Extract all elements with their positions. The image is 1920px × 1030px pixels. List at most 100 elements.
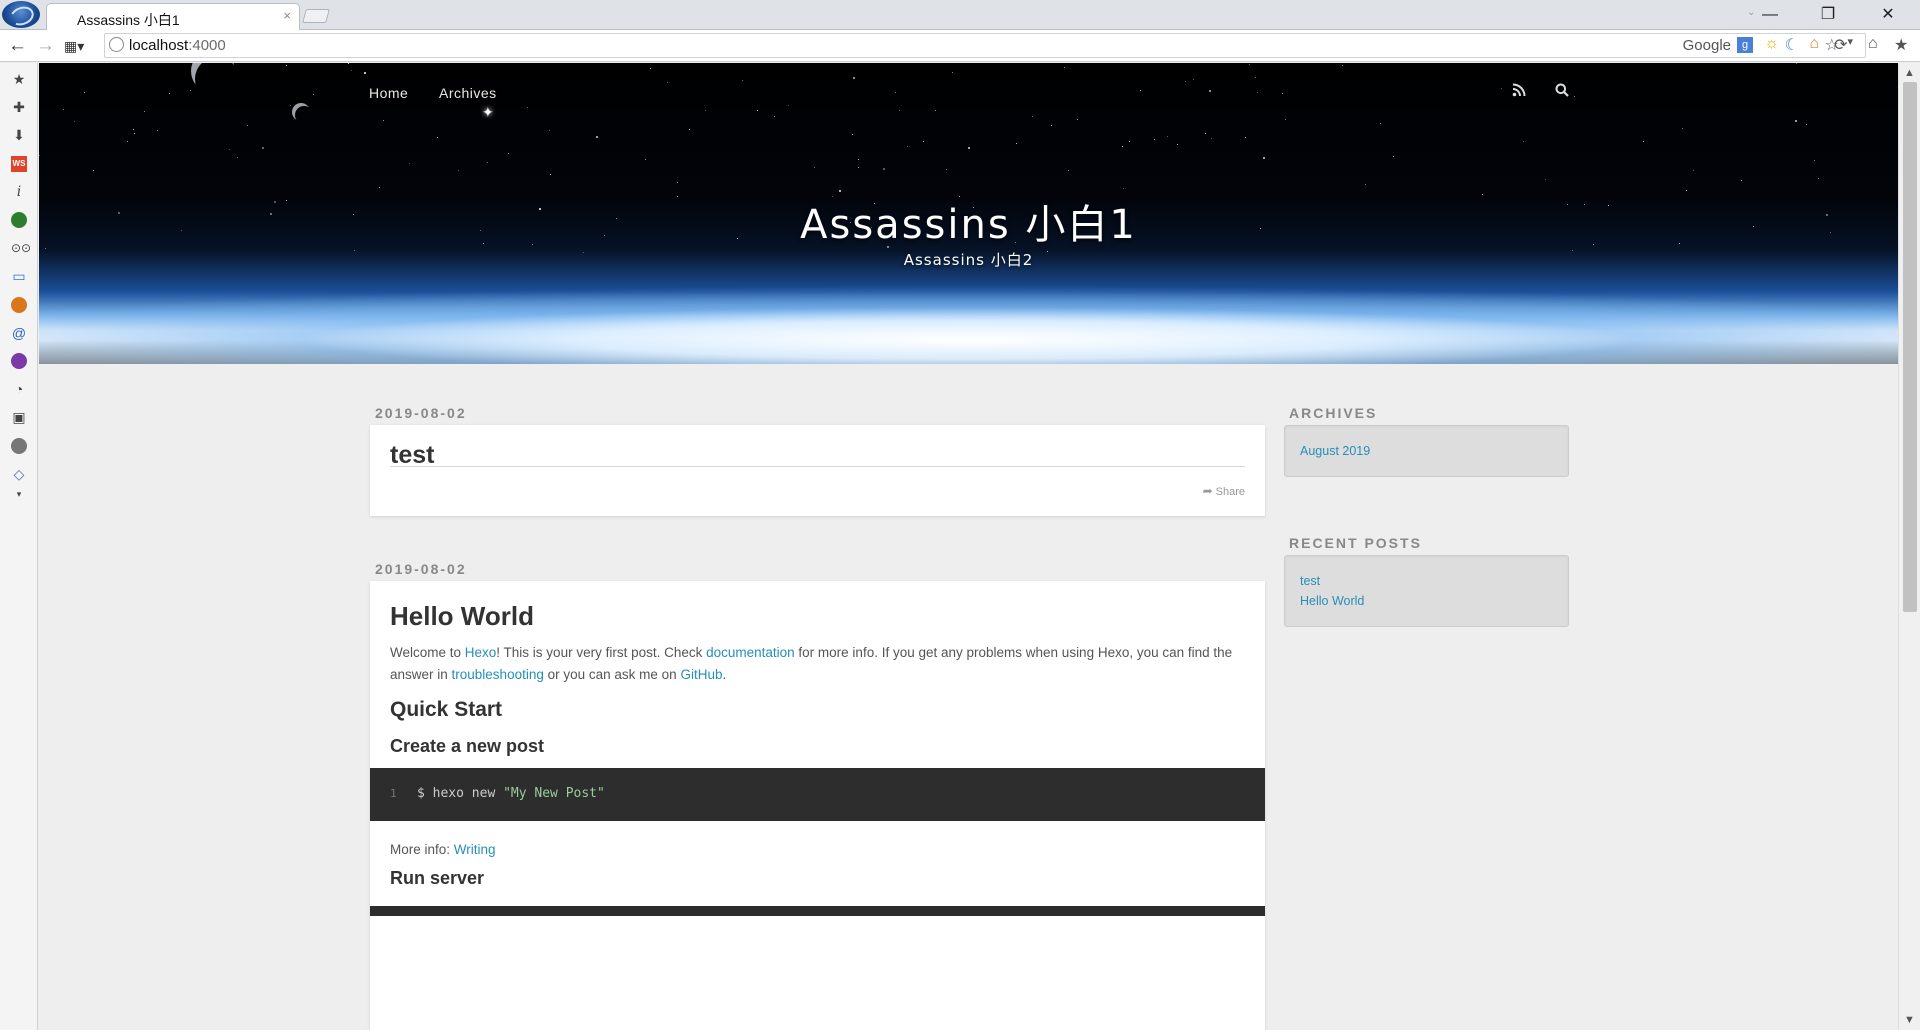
browser-logo-icon[interactable]: [2, 1, 40, 28]
star: [74, 121, 75, 122]
star: [677, 182, 678, 183]
archives-widget-title: ARCHIVES: [1289, 405, 1378, 421]
page-viewport: ✦ Home Archives Assassins 小白1 Assassins …: [39, 63, 1898, 1030]
window-minimize-button[interactable]: —: [1755, 5, 1785, 25]
recent-post-link[interactable]: Hello World: [1300, 594, 1364, 608]
favorites-star-icon[interactable]: ★: [11, 71, 27, 87]
star: [237, 157, 238, 158]
star: [1140, 90, 1141, 91]
star: [1545, 179, 1546, 180]
post-date[interactable]: 2019-08-02: [375, 405, 467, 421]
swirl-app-icon[interactable]: @: [11, 325, 27, 341]
star: [487, 162, 488, 163]
star: [1282, 93, 1283, 94]
vertical-scrollbar[interactable]: ▲ ▼: [1898, 63, 1920, 1030]
ws-app-icon[interactable]: WS: [11, 156, 27, 172]
archive-link[interactable]: August 2019: [1300, 444, 1370, 458]
star: [1285, 119, 1286, 120]
screen-tool-icon[interactable]: ▭: [11, 268, 27, 284]
back-arrow-icon[interactable]: ←: [8, 35, 27, 57]
reload-icon[interactable]: ⟳: [1834, 35, 1847, 55]
page-info-icon[interactable]: [109, 37, 124, 52]
green-globe-icon[interactable]: [11, 212, 27, 228]
scroll-down-arrow-icon[interactable]: ▼: [1904, 1014, 1915, 1026]
star: [1016, 143, 1017, 144]
browser-tab[interactable]: Assassins 小白1 ×: [46, 3, 300, 30]
star: [1796, 63, 1797, 64]
star: [596, 136, 598, 138]
url-text[interactable]: localhost:4000: [129, 37, 226, 54]
window-restore-button[interactable]: ❐: [1813, 5, 1843, 25]
star: [1064, 67, 1065, 68]
small-crescent-moon-icon: [292, 103, 310, 121]
search-engine-label[interactable]: Google: [1683, 37, 1731, 54]
post-date[interactable]: 2019-08-02: [375, 561, 467, 577]
browser-toolbar: ← → ▦▾ localhost:4000 Google g ☼ ☾ ⌂ ☆ ▾…: [0, 30, 1920, 62]
download-arrow-icon[interactable]: ⬇: [11, 127, 27, 143]
window-close-button[interactable]: ✕: [1873, 5, 1903, 25]
info-icon[interactable]: i: [11, 184, 27, 200]
tab-title: Assassins 小白1: [77, 12, 180, 28]
documentation-link[interactable]: documentation: [706, 645, 795, 660]
site-title[interactable]: Assassins 小白1: [39, 192, 1898, 250]
rss-icon[interactable]: [1512, 83, 1526, 101]
star: [1818, 178, 1819, 179]
writing-link[interactable]: Writing: [454, 842, 496, 857]
star: [313, 94, 314, 95]
recent-posts-widget-title: RECENT POSTS: [1289, 535, 1422, 551]
search-icon[interactable]: [1555, 83, 1569, 101]
scroll-up-arrow-icon[interactable]: ▲: [1904, 67, 1915, 79]
palette-icon[interactable]: ◔: [11, 381, 27, 397]
url-port: :4000: [188, 37, 226, 54]
star: [157, 130, 158, 131]
github-link[interactable]: GitHub: [680, 667, 722, 682]
more-info-paragraph: More info: Writing: [390, 839, 1240, 861]
star: [689, 129, 690, 130]
more-chevron-down-icon[interactable]: ▾: [11, 486, 27, 502]
star: [650, 68, 651, 69]
purple-gear-icon[interactable]: [11, 353, 27, 369]
star: [952, 72, 953, 73]
extensions-puzzle-icon[interactable]: ✚: [11, 99, 27, 115]
home-extension-icon[interactable]: ⌂: [1809, 35, 1819, 53]
star: [1814, 160, 1815, 161]
star: [144, 111, 145, 112]
new-tab-button[interactable]: [302, 9, 330, 23]
google-translate-icon[interactable]: g: [1737, 37, 1753, 53]
nav-link-archives[interactable]: Archives: [439, 85, 497, 101]
site-banner: ✦ Home Archives Assassins 小白1 Assassins …: [39, 63, 1898, 364]
apps-grid-icon[interactable]: ▦▾: [64, 38, 84, 55]
extension-moon-icon[interactable]: ☾: [1785, 35, 1799, 55]
forward-arrow-icon[interactable]: →: [36, 35, 55, 57]
chevron-down-icon[interactable]: ▾: [1847, 35, 1853, 48]
star: [814, 167, 815, 168]
post-title[interactable]: Hello World: [390, 601, 534, 632]
intro-text: ! This is your very first post. Check: [496, 645, 707, 660]
bookmarks-star-icon[interactable]: ★: [1894, 35, 1908, 55]
star: [290, 105, 291, 106]
code-command: $ hexo new: [417, 786, 504, 801]
star: [1032, 116, 1033, 117]
orange-app-icon[interactable]: [11, 297, 27, 313]
extension-weather-icon[interactable]: ☼: [1764, 35, 1779, 53]
home-icon[interactable]: ⌂: [1868, 35, 1878, 53]
hexo-link[interactable]: Hexo: [465, 645, 497, 660]
tab-close-icon[interactable]: ×: [283, 8, 291, 23]
code-line-number: 1: [390, 787, 397, 800]
address-bar[interactable]: localhost:4000 Google g ☼ ☾ ⌂ ☆ ▾: [104, 33, 1866, 58]
star: [1686, 190, 1687, 191]
sparkle-star-icon: ✦: [482, 104, 494, 120]
window-panel-icon[interactable]: ▣: [11, 409, 27, 425]
star: [923, 141, 924, 142]
share-link[interactable]: ➦ Share: [1203, 484, 1245, 498]
gamepad-icon[interactable]: ⊙⊙: [11, 240, 31, 256]
nav-link-home[interactable]: Home: [369, 85, 408, 101]
gray-globe-icon[interactable]: [11, 438, 27, 454]
scrollbar-thumb[interactable]: [1903, 82, 1917, 612]
troubleshooting-link[interactable]: troubleshooting: [452, 667, 544, 682]
tag-icon[interactable]: ◇: [11, 466, 27, 482]
star: [383, 120, 384, 121]
star: [247, 125, 248, 126]
recent-post-link[interactable]: test: [1300, 574, 1320, 588]
star: [1249, 64, 1250, 65]
